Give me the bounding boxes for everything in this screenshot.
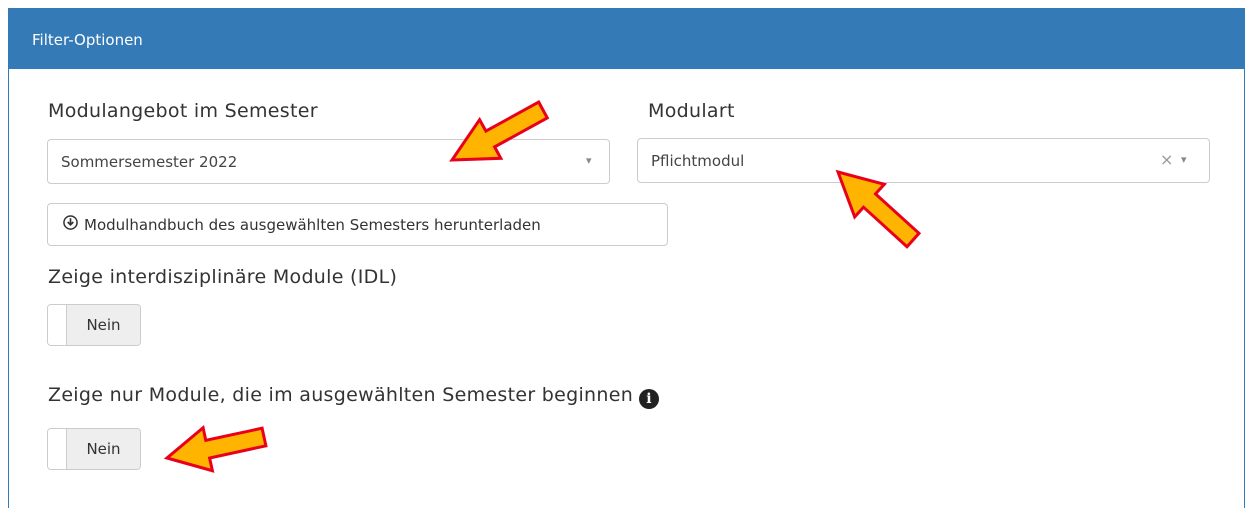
annotation-arrow-semester — [449, 100, 550, 162]
annotation-arrow-modulart — [835, 169, 922, 249]
annotation-arrows — [163, 100, 922, 473]
annotation-arrow-toggle — [163, 424, 268, 473]
